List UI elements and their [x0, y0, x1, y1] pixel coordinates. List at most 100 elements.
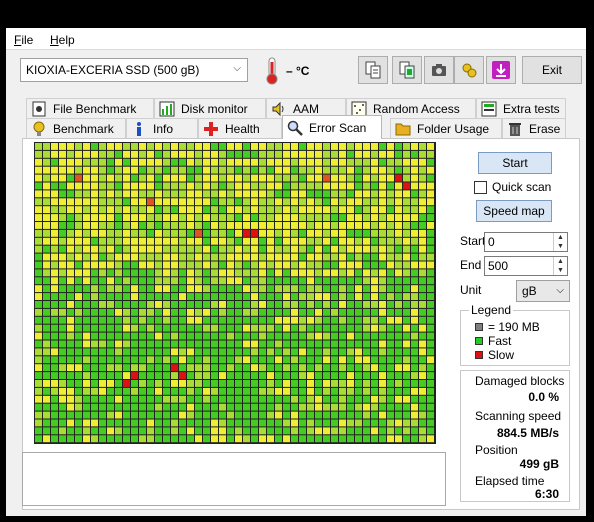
- quick-scan-row[interactable]: Quick scan: [474, 180, 551, 194]
- scan-block: [363, 222, 370, 229]
- scan-block: [131, 403, 138, 411]
- scan-block: [163, 403, 170, 411]
- tab-info[interactable]: Info: [126, 118, 198, 138]
- scan-block: [171, 253, 178, 261]
- scan-block: [427, 277, 434, 285]
- scan-block: [59, 198, 66, 206]
- scan-block: [91, 293, 98, 300]
- scan-block: [355, 237, 362, 245]
- exit-button[interactable]: Exit: [522, 56, 582, 84]
- scan-block: [43, 143, 50, 150]
- scan-block: [99, 222, 106, 229]
- scan-block: [83, 245, 90, 253]
- screenshot-button[interactable]: [424, 56, 454, 84]
- quick-scan-checkbox[interactable]: [474, 180, 487, 194]
- scan-block: [251, 395, 258, 403]
- tab-folder-usage[interactable]: Folder Usage: [390, 118, 502, 138]
- scan-block: [43, 427, 50, 435]
- unit-select[interactable]: gB ⌵: [516, 280, 570, 302]
- scan-block: [219, 435, 226, 443]
- scan-block: [243, 395, 250, 403]
- log-box[interactable]: [22, 452, 446, 506]
- scan-block: [395, 214, 402, 221]
- scan-block: [283, 158, 290, 166]
- tab-erase[interactable]: Erase: [502, 118, 566, 138]
- scan-block: [419, 356, 426, 364]
- scan-block: [323, 380, 330, 387]
- scan-block: [35, 229, 42, 237]
- end-stepper[interactable]: ▲ ▼: [553, 257, 567, 275]
- scan-block: [67, 380, 74, 387]
- scan-block: [251, 222, 258, 229]
- tab-error-scan[interactable]: Error Scan: [282, 115, 382, 139]
- speed-map-button[interactable]: Speed map: [476, 200, 552, 222]
- scan-block: [323, 190, 330, 198]
- scan-block: [219, 372, 226, 379]
- scan-block: [387, 222, 394, 229]
- copy-text-button[interactable]: [392, 56, 422, 84]
- scan-block: [59, 301, 66, 308]
- scan-block: [371, 229, 378, 237]
- scan-block: [251, 198, 258, 206]
- scan-block: [307, 261, 314, 269]
- scan-block: [67, 435, 74, 443]
- tab-extra-tests[interactable]: Extra tests: [476, 98, 566, 118]
- scan-block: [35, 340, 42, 348]
- scan-block: [419, 340, 426, 348]
- tab-health[interactable]: Health: [198, 118, 282, 138]
- scan-block: [275, 364, 282, 372]
- scan-block: [59, 419, 66, 427]
- tab-benchmark[interactable]: Benchmark: [26, 118, 126, 138]
- scan-block: [427, 316, 434, 324]
- scan-block: [99, 364, 106, 372]
- scan-block: [411, 229, 418, 237]
- scan-block: [387, 419, 394, 427]
- scan-block: [131, 166, 138, 174]
- scan-block: [419, 308, 426, 316]
- scan-block: [227, 419, 234, 427]
- scan-block: [131, 387, 138, 395]
- scan-block: [195, 182, 202, 190]
- menu-file[interactable]: File: [14, 33, 33, 47]
- menu-help[interactable]: Help: [50, 33, 75, 47]
- scan-block: [331, 222, 338, 229]
- scan-block: [307, 214, 314, 221]
- scan-block: [139, 174, 146, 182]
- copy-info-button[interactable]: [358, 56, 388, 84]
- scan-block: [219, 308, 226, 316]
- scan-block: [91, 435, 98, 443]
- scan-block: [91, 285, 98, 293]
- start-field[interactable]: 0 ▲ ▼: [484, 232, 568, 252]
- scan-block: [83, 301, 90, 308]
- scan-block: [299, 301, 306, 308]
- scan-block: [347, 253, 354, 261]
- scan-block: [299, 269, 306, 277]
- scan-block: [307, 403, 314, 411]
- scan-block: [379, 380, 386, 387]
- tab-disk-monitor[interactable]: Disk monitor: [154, 98, 266, 118]
- scan-block: [195, 174, 202, 182]
- scan-block: [259, 395, 266, 403]
- scan-block: [227, 229, 234, 237]
- scan-block: [315, 395, 322, 403]
- scan-block: [427, 419, 434, 427]
- scan-block: [267, 245, 274, 253]
- scan-block: [203, 174, 210, 182]
- scan-block: [411, 158, 418, 166]
- end-field[interactable]: 500 ▲ ▼: [484, 256, 568, 276]
- drive-select[interactable]: KIOXIA-EXCERIA SSD (500 gB) ⌵: [20, 58, 248, 82]
- scan-block: [187, 348, 194, 356]
- start-stepper[interactable]: ▲ ▼: [553, 233, 567, 251]
- scan-block: [283, 308, 290, 316]
- tab-file-benchmark[interactable]: File Benchmark: [26, 98, 154, 118]
- scan-block: [315, 245, 322, 253]
- start-button[interactable]: Start: [478, 152, 552, 174]
- scan-block: [179, 308, 186, 316]
- scan-block: [131, 150, 138, 158]
- scan-block: [243, 308, 250, 316]
- scan-block: [171, 380, 178, 387]
- scan-block: [307, 237, 314, 245]
- options-button[interactable]: [454, 56, 484, 84]
- scan-block: [363, 237, 370, 245]
- download-button[interactable]: [486, 56, 516, 84]
